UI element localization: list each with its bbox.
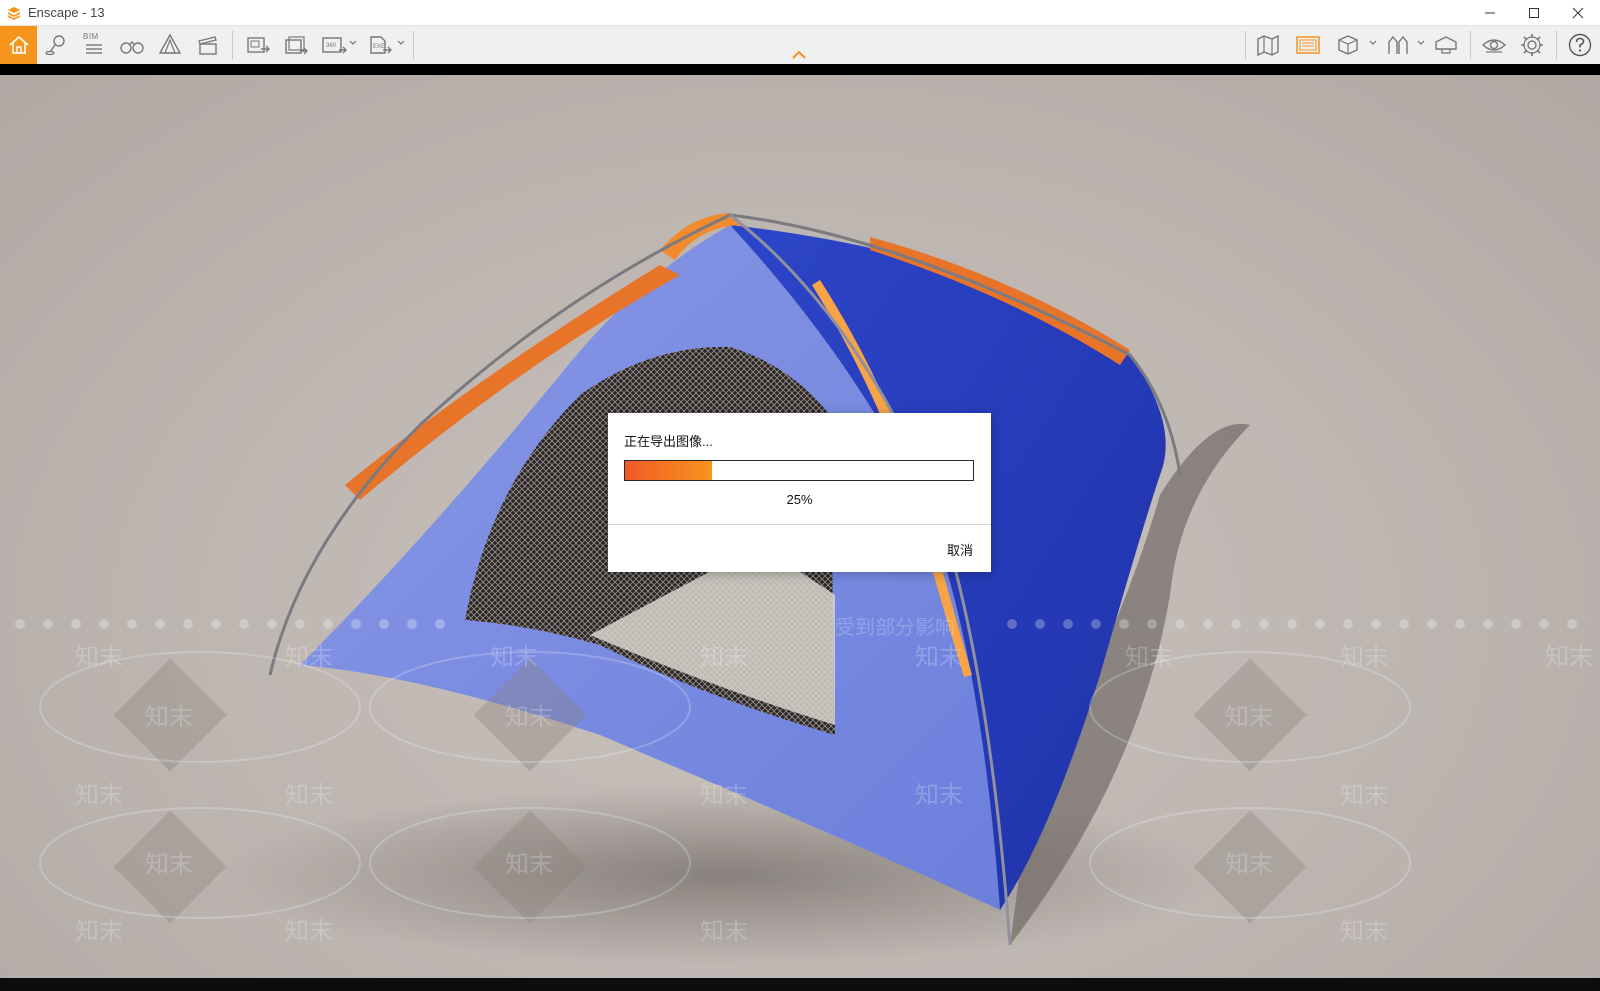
safe-frame-icon (1296, 36, 1320, 54)
chevron-down-icon (397, 40, 405, 45)
window-title: Enscape - 13 (28, 5, 105, 20)
toolbar-separator (1556, 31, 1557, 59)
enscape-logo-icon (6, 5, 22, 21)
maximize-button[interactable] (1512, 0, 1556, 25)
export-dropdown-caret[interactable] (396, 38, 406, 48)
visibility-button[interactable] (1476, 26, 1512, 64)
chevron-down-icon (349, 40, 357, 45)
asset-library-icon (158, 33, 182, 54)
vr-mode-button[interactable] (1380, 26, 1416, 64)
help-icon (1568, 33, 1592, 57)
views-button[interactable] (38, 26, 74, 64)
map-icon (1257, 34, 1279, 57)
vr-icon (1388, 35, 1408, 54)
panorama-dropdown-caret[interactable] (348, 38, 358, 48)
home-button[interactable] (0, 26, 37, 64)
chevron-up-icon (792, 50, 806, 59)
close-icon (1572, 7, 1584, 18)
clapboard-icon (198, 36, 217, 55)
binoculars-button[interactable] (114, 26, 150, 64)
settings-gear-icon (1521, 34, 1543, 56)
bottom-border (0, 978, 1600, 991)
binoculars-icon (120, 41, 144, 54)
close-button[interactable] (1556, 0, 1600, 25)
visibility-eye-icon (1481, 39, 1507, 53)
batch-render-button[interactable] (278, 26, 314, 64)
panorama-360-icon: 360 (322, 37, 347, 54)
safe-frame-button[interactable] (1290, 26, 1326, 64)
progress-fill (625, 461, 712, 480)
help-button[interactable] (1562, 26, 1598, 64)
toolbar-separator (232, 31, 233, 59)
location-pin-icon (45, 35, 65, 56)
title-bar: Enscape - 13 (0, 0, 1600, 25)
view-dropdown-caret[interactable] (1368, 38, 1378, 48)
view-cube-icon (1338, 35, 1358, 55)
main-toolbar: BIM 360 EXE (0, 25, 1600, 64)
progress-percent: 25% (786, 492, 813, 507)
screenshot-export-icon (247, 37, 270, 53)
svg-text:360: 360 (326, 43, 337, 49)
cancel-button[interactable]: 取消 (913, 537, 973, 561)
chevron-down-icon (1417, 40, 1425, 45)
bim-list-icon (86, 44, 102, 54)
toolbar-separator (1470, 31, 1471, 59)
ground-shadow (220, 785, 1220, 965)
view-cube-button[interactable] (1330, 26, 1366, 64)
export-progress-dialog: 正在导出图像... 25% 取消 (608, 413, 991, 572)
toolbar-separator (1245, 31, 1246, 59)
toolbar-separator (413, 31, 414, 59)
bim-button[interactable] (76, 26, 112, 64)
chevron-down-icon (1369, 40, 1377, 45)
minimize-button[interactable] (1468, 0, 1512, 25)
vr-headset-button[interactable] (1428, 26, 1464, 64)
svg-text:EXE: EXE (373, 44, 385, 50)
video-editor-button[interactable] (190, 26, 226, 64)
settings-button[interactable] (1514, 26, 1550, 64)
map-button[interactable] (1250, 26, 1286, 64)
maximize-icon (1529, 7, 1539, 18)
minimize-icon (1485, 12, 1495, 13)
progress-bar (624, 460, 974, 481)
screenshot-button[interactable] (240, 26, 276, 64)
collapse-toolbar-button[interactable] (790, 48, 808, 62)
panorama-button[interactable]: 360 (316, 26, 352, 64)
export-exe-button[interactable]: EXE (362, 26, 398, 64)
dialog-divider (608, 524, 991, 525)
batch-render-icon (285, 36, 308, 55)
export-exe-icon: EXE (370, 36, 392, 54)
vr-headset-icon (1435, 36, 1457, 54)
dialog-title: 正在导出图像... (624, 434, 713, 449)
vr-dropdown-caret[interactable] (1416, 38, 1426, 48)
home-icon (8, 35, 29, 54)
asset-library-button[interactable] (152, 26, 188, 64)
